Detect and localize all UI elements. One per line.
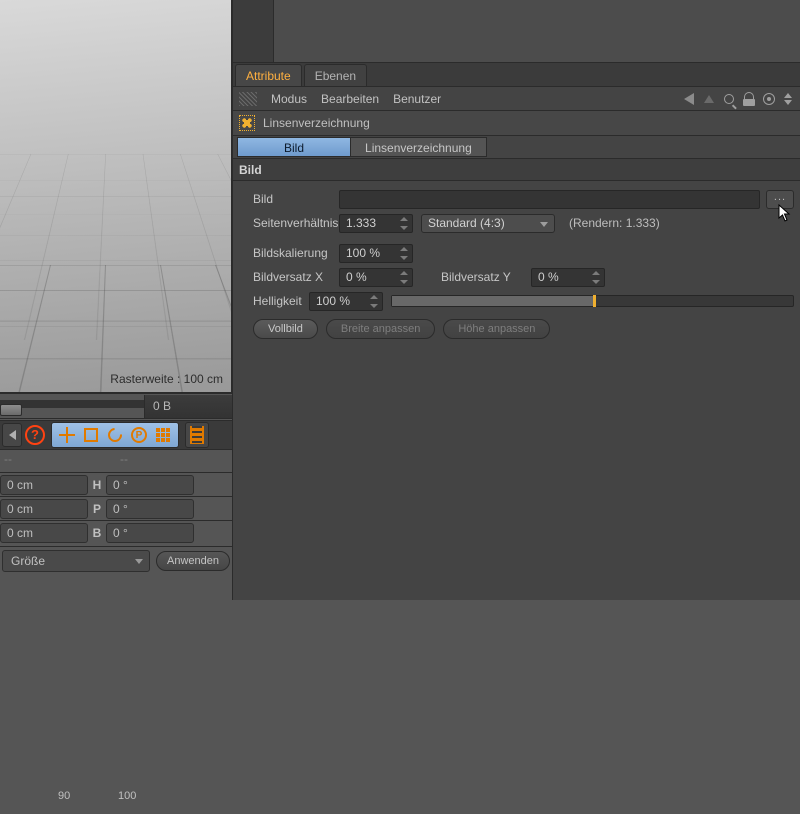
panel-tabs: Attribute Ebenen — [233, 63, 800, 87]
bild-label: Bild — [239, 192, 339, 206]
rot-h-field[interactable]: 0 ° — [106, 475, 194, 495]
object-header: Linsenverzeichnung — [233, 111, 800, 135]
coord-row-h: 0 cm H 0 ° — [0, 472, 232, 496]
tab-attribute[interactable]: Attribute — [235, 64, 302, 86]
apply-button[interactable]: Anwenden — [156, 551, 230, 571]
history-back-button[interactable] — [2, 423, 22, 447]
rot-p-field[interactable]: 0 ° — [106, 499, 194, 519]
aspect-field[interactable]: 1.333 — [339, 214, 413, 233]
axis-b-label: B — [88, 526, 106, 540]
apply-row: Größe Anwenden — [0, 546, 232, 574]
search-icon[interactable] — [722, 92, 736, 106]
rotate-tool[interactable] — [104, 424, 126, 446]
parent-tool[interactable]: P — [128, 424, 150, 446]
bild-browse-button[interactable]: ... — [766, 190, 794, 209]
expand-icon[interactable] — [782, 92, 796, 106]
section-heading: Bild — [233, 159, 800, 181]
frame-indicator[interactable]: 0 B — [144, 395, 232, 418]
fit-width-button[interactable]: Breite anpassen — [326, 319, 436, 339]
timeline-handle[interactable] — [0, 404, 22, 416]
slider-handle[interactable] — [593, 295, 596, 307]
scale-tool[interactable] — [80, 424, 102, 446]
pos-y-field[interactable]: 0 cm — [0, 499, 88, 519]
scale-label: Bildskalierung — [239, 246, 339, 260]
menu-modus[interactable]: Modus — [271, 92, 307, 106]
brightness-field[interactable]: 100 % — [309, 292, 383, 311]
properties: Bild ... Seitenverhältnis 1.333 Standard… — [233, 181, 800, 345]
menu-bearbeiten[interactable]: Bearbeiten — [321, 92, 379, 106]
subtab-bild[interactable]: Bild — [237, 137, 351, 157]
lens-distortion-icon — [239, 115, 255, 131]
lock-icon[interactable] — [742, 92, 756, 106]
axis-h-label: H — [88, 478, 106, 492]
chevron-down-icon — [540, 222, 548, 227]
menu-benutzer[interactable]: Benutzer — [393, 92, 441, 106]
object-title: Linsenverzeichnung — [263, 116, 370, 130]
transform-palette: P — [51, 422, 179, 448]
coord-placeholder-row: -- -- — [0, 452, 232, 470]
fit-height-button[interactable]: Höhe anpassen — [443, 319, 550, 339]
nav-back-icon[interactable] — [682, 92, 696, 106]
render-aspect-label: (Rendern: 1.333) — [569, 216, 660, 230]
brightness-label: Helligkeit — [239, 294, 309, 308]
subtab-linsenverzeichnung[interactable]: Linsenverzeichnung — [351, 137, 487, 157]
vollbild-button[interactable]: Vollbild — [253, 319, 318, 339]
help-icon[interactable]: ? — [25, 425, 45, 445]
render-button[interactable] — [185, 422, 209, 448]
nav-up-icon[interactable] — [702, 92, 716, 106]
drag-grip-icon[interactable] — [239, 92, 257, 106]
timeline-tick: 90 — [58, 790, 70, 802]
section-tabs: Bild Linsenverzeichnung — [233, 135, 800, 159]
target-icon[interactable] — [762, 92, 776, 106]
offset-y-label: Bildversatz Y — [441, 270, 531, 284]
toolbar: ? P — [0, 420, 232, 450]
bild-path-field[interactable] — [339, 190, 760, 209]
aspect-label: Seitenverhältnis — [239, 216, 339, 230]
aspect-preset-dropdown[interactable]: Standard (4:3) — [421, 214, 555, 233]
grid-spacing-label: Rasterweite : 100 cm — [110, 372, 223, 386]
coord-row-b: 0 cm B 0 ° — [0, 520, 232, 544]
scale-field[interactable]: 100 % — [339, 244, 413, 263]
attribute-panel: Attribute Ebenen Modus Bearbeiten Benutz… — [232, 0, 800, 600]
move-tool[interactable] — [56, 424, 78, 446]
timeline-tick: 100 — [118, 790, 136, 802]
attribute-menu: Modus Bearbeiten Benutzer — [233, 87, 800, 111]
film-icon — [190, 426, 204, 444]
axis-p-label: P — [88, 502, 106, 516]
pos-x-field[interactable]: 0 cm — [0, 475, 88, 495]
size-mode-dropdown[interactable]: Größe — [2, 550, 150, 572]
offset-x-label: Bildversatz X — [239, 270, 339, 284]
pos-z-field[interactable]: 0 cm — [0, 523, 88, 543]
tab-ebenen[interactable]: Ebenen — [304, 64, 367, 86]
coord-row-p: 0 cm P 0 ° — [0, 496, 232, 520]
snap-grid-tool[interactable] — [152, 424, 174, 446]
viewport-3d[interactable]: Rasterweite : 100 cm — [0, 0, 232, 393]
fit-buttons: Vollbild Breite anpassen Höhe anpassen — [239, 319, 794, 339]
offset-y-field[interactable]: 0 % — [531, 268, 605, 287]
brightness-slider[interactable] — [391, 295, 794, 307]
rot-b-field[interactable]: 0 ° — [106, 523, 194, 543]
offset-x-field[interactable]: 0 % — [339, 268, 413, 287]
